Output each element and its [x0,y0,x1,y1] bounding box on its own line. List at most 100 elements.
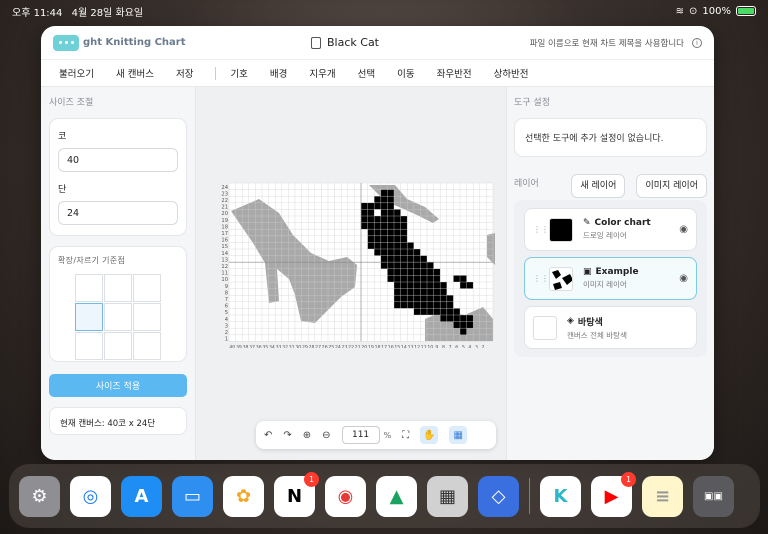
row-label: 3 [225,323,228,329]
anchor-top-right[interactable] [133,274,161,302]
menu-select[interactable]: 선택 [358,66,375,80]
knitting-chart[interactable]: 2423222120191817161514131211109876543214… [216,180,495,348]
stitch-label: 코 [58,132,67,142]
info-icon[interactable]: i [692,38,702,48]
fit-screen-icon[interactable]: ⛶ [402,430,409,441]
files-app-icon[interactable]: ▭ [172,475,213,517]
stitch-cell [400,268,408,276]
menu-symbol[interactable]: 기호 [230,66,247,80]
grid-toggle-icon[interactable]: ▦ [449,426,468,444]
row-input[interactable]: 24 [58,201,178,225]
safari-app-icon[interactable]: ◎ [70,475,111,517]
menu-background[interactable]: 배경 [270,66,287,80]
anchor-bottom-left[interactable] [75,332,103,360]
stitch-cell [413,262,421,269]
anchor-card: 확장/자르기 기준점 [49,246,187,362]
zoom-in-icon[interactable]: ⊕ [303,430,311,441]
column-label: 17 [381,344,387,348]
apply-size-button[interactable]: 사이즈 적용 [49,374,187,397]
row-label: 5 [225,310,228,316]
eye-icon[interactable]: ◉ [679,273,688,284]
anchor-top-left[interactable] [75,274,103,302]
app-store-icon[interactable]: A [121,475,162,517]
stitch-cell [387,209,394,216]
status-bar: 오후 11:44 4월 28일 화요일 ≋ ⊙ 100% [0,0,768,22]
cube-app-icon[interactable]: ◇ [478,475,519,517]
stitch-cell [394,216,401,223]
anchor-middle-right[interactable] [133,303,161,331]
menu-eraser[interactable]: 지우개 [309,66,335,80]
stitch-cell [387,196,394,203]
row-label: 8 [225,290,228,296]
menu-move[interactable]: 이동 [397,66,414,80]
stitch-cell [387,202,394,210]
knitting-app-icon[interactable]: K [540,475,581,517]
zoom-out-icon[interactable]: ⊖ [322,430,330,441]
menu-flip-vertical[interactable]: 상하반전 [494,66,529,80]
calculator-app-icon[interactable]: ▦ [427,475,468,517]
stitch-cell [407,255,414,263]
stitch-cell [394,288,401,296]
anchor-middle-center[interactable] [104,303,132,331]
layer-item[interactable]: ◈ 바탕색 캔버스 전체 바탕색 [524,306,697,349]
menu-save[interactable]: 저장 [176,66,193,80]
google-drive-app-icon[interactable]: ▲ [376,475,417,517]
drag-handle-icon[interactable]: ⋮⋮ [533,225,549,234]
size-panel: 사이즈 조절 코 40 단 24 확장/자르기 기준점 사이즈 적용 현재 캔버… [41,87,196,460]
stitch-input[interactable]: 40 [58,148,178,172]
undo-icon[interactable]: ↶ [264,430,272,441]
title-bar: ght Knitting Chart Black Cat 파일 이름으로 현재 … [41,26,714,60]
anchor-middle-left[interactable] [75,303,103,331]
row-label: 9 [225,284,228,290]
column-label: 20 [361,344,367,348]
layer-item[interactable]: ⋮⋮ ▣ Example 이미지 레이어 ◉ [524,257,697,300]
eye-icon[interactable]: ◉ [679,224,688,235]
youtube-app-icon[interactable]: ▶ 1 [591,471,636,517]
canvas-area[interactable]: 24 23 22 21 20 19 18 17 16 15 14 13 12 11 10 9 8 7 6 5 4 3 2 1 4… [196,87,506,460]
stitch-cell [394,255,401,263]
anchor-grid [75,274,178,360]
stitch-cell [380,235,388,243]
image-layer-button[interactable]: 이미지 레이어 [636,174,707,198]
menu-new-canvas[interactable]: 새 캔버스 [116,66,154,80]
column-label: 29 [302,344,308,348]
notes-app-icon[interactable]: ≡ [642,475,683,517]
stitch-cell [433,268,441,276]
stitch-cell [466,315,474,322]
stitch-cell [420,262,427,269]
document-title[interactable]: Black Cat [311,36,379,49]
notification-badge: 1 [304,471,319,487]
layer-thumbnail [533,315,557,340]
new-layer-button[interactable]: 새 레이어 [571,174,626,198]
stitch-cell [413,308,421,315]
photos-app-icon[interactable]: ✿ [223,475,264,517]
anchor-top-center[interactable] [104,274,132,302]
column-label: 38 [243,344,249,348]
settings-app-icon[interactable]: ⚙ [19,475,60,517]
app-logo-icon[interactable] [53,34,79,51]
chrome-app-icon[interactable]: ◉ [325,475,366,517]
drag-handle-icon[interactable]: ⋮⋮ [533,274,549,283]
hand-tool-icon[interactable]: ✋ [420,426,439,444]
stitch-cell [400,262,408,269]
column-label: 15 [394,344,400,348]
menu-load[interactable]: 불러오기 [59,66,94,80]
stitch-cell [466,321,474,329]
stitch-cell [400,255,408,263]
stitch-cell [394,282,401,289]
stitch-cell [400,235,408,243]
layer-item[interactable]: ⋮⋮ ✎ Color chart 드로잉 레이어 ◉ [524,208,697,251]
stitch-cell [460,328,467,335]
stitch-cell [453,308,460,315]
stitch-cell [433,282,441,289]
column-label: 31 [289,344,295,348]
menu-flip-horizontal[interactable]: 좌우반전 [437,66,472,80]
notion-app-icon[interactable]: N1 [274,471,319,517]
redo-icon[interactable]: ↷ [283,430,291,441]
anchor-bottom-right[interactable] [133,332,161,360]
stitch-cell [367,209,375,216]
zoom-input[interactable]: 111 [341,426,380,444]
app-library-icon[interactable]: ▣▣ [693,475,734,517]
anchor-bottom-center[interactable] [104,332,132,360]
row-label: 19 [221,218,228,224]
